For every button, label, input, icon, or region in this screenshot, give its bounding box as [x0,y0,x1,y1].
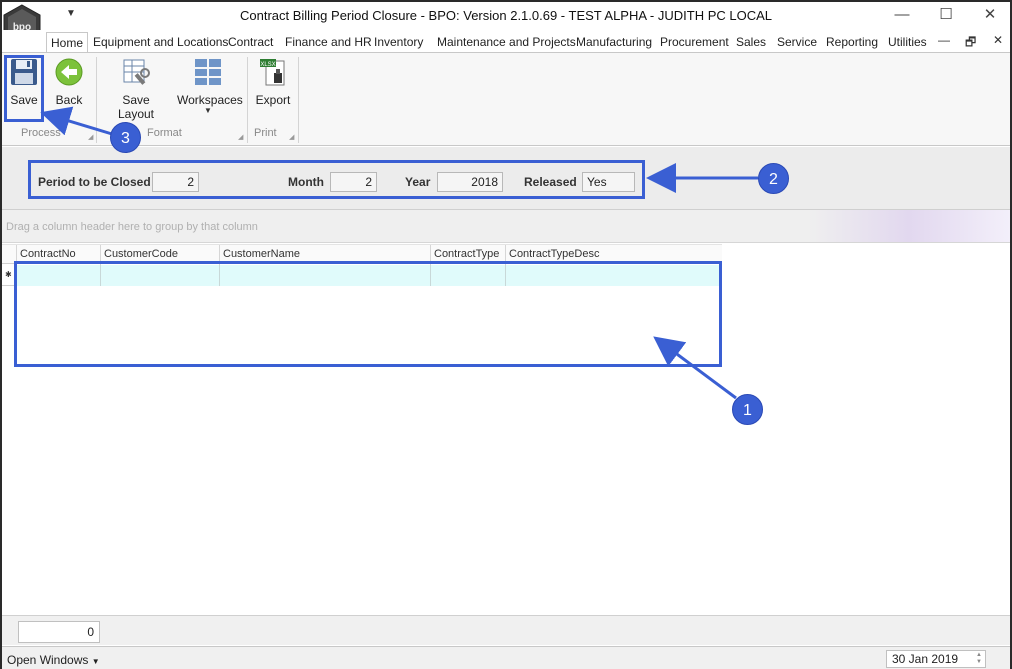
group-label-print: Print [254,127,277,139]
tab-sales[interactable]: Sales [736,32,766,52]
chevron-down-icon: ▼ [91,657,100,666]
process-group-launcher-icon[interactable]: ◢ [88,133,93,141]
print-group-launcher-icon[interactable]: ◢ [289,133,294,141]
annotation-badge-3: 3 [110,122,141,153]
mdi-minimize-button[interactable]: — [938,33,950,47]
tab-equipment-and-locations[interactable]: Equipment and Locations [93,32,228,52]
ribbon-tabs: Home Equipment and Locations Contract Fi… [2,30,1010,52]
group-label-process: Process [21,127,61,139]
svg-text:XLSX: XLSX [260,62,275,68]
status-bar: Open Windows ▼ 30 Jan 2019 ▲ ▼ [2,646,1010,669]
tab-procurement[interactable]: Procurement [660,32,729,52]
workspaces-button[interactable]: Workspaces ▼ [177,57,243,115]
annotation-badge-1: 1 [732,394,763,425]
xlsx-export-icon: XLSX [260,59,285,86]
group-label-format: Format [147,127,182,139]
annotation-box-save [4,55,44,122]
chevron-down-icon: ▼ [204,106,212,115]
quick-access-dropdown-icon[interactable]: ▼ [66,8,76,19]
export-button[interactable]: XLSX Export [254,57,292,107]
maximize-button[interactable]: ☐ [924,4,968,28]
export-label: Export [255,93,291,107]
window-title: Contract Billing Period Closure - BPO: V… [239,8,772,23]
open-windows-menu[interactable]: Open Windows ▼ [7,653,100,667]
title-bar: bpo ▼ Contract Billing Period Closure - … [2,2,1012,48]
layout-wrench-icon [123,59,150,85]
open-windows-label: Open Windows [7,653,89,667]
group-separator [247,57,248,143]
format-group-launcher-icon[interactable]: ◢ [238,133,243,141]
tab-contract[interactable]: Contract [228,32,273,52]
tab-home[interactable]: Home [46,32,89,52]
annotation-box-grid [14,261,722,367]
tab-utilities[interactable]: Utilities [888,32,927,52]
date-spinner-icon[interactable]: ▲ ▼ [976,652,982,666]
group-by-hint: Drag a column header here to group by th… [6,221,258,233]
save-layout-label: Save Layout [117,93,155,121]
minimize-button[interactable]: — [880,4,924,28]
tab-inventory[interactable]: Inventory [374,32,423,52]
tab-manufacturing[interactable]: Manufacturing [576,32,652,52]
record-count: 0 [18,621,100,643]
annotation-badge-2: 2 [758,163,789,194]
mdi-close-button[interactable]: ✕ [993,33,1003,47]
date-value: 30 Jan 2019 [892,652,959,666]
grid-footer: 0 [2,615,1010,645]
tab-maintenance-and-projects[interactable]: Maintenance and Projects [437,32,576,52]
workspaces-label: Workspaces [177,93,243,107]
back-arrow-icon [55,58,83,86]
back-button[interactable]: Back [52,57,86,107]
save-layout-button[interactable]: Save Layout [104,57,168,121]
tab-reporting[interactable]: Reporting [826,32,878,52]
group-separator [96,57,97,143]
group-separator [298,57,299,143]
tab-service[interactable]: Service [777,32,817,52]
ribbon: Save Back Save Layout Workspaces ▼ XLSX … [2,52,1010,146]
close-button[interactable]: ✕ [968,4,1012,28]
new-row-indicator-icon: ✱ [5,270,12,279]
group-by-panel[interactable]: Drag a column header here to group by th… [2,210,1010,243]
mdi-restore-button[interactable]: 🗗 [965,33,976,54]
tab-finance-and-hr[interactable]: Finance and HR [285,32,372,52]
date-field[interactable]: 30 Jan 2019 ▲ ▼ [886,650,986,668]
back-label: Back [55,93,83,107]
workspaces-grid-icon [195,59,221,85]
annotation-box-parameters [28,160,645,199]
